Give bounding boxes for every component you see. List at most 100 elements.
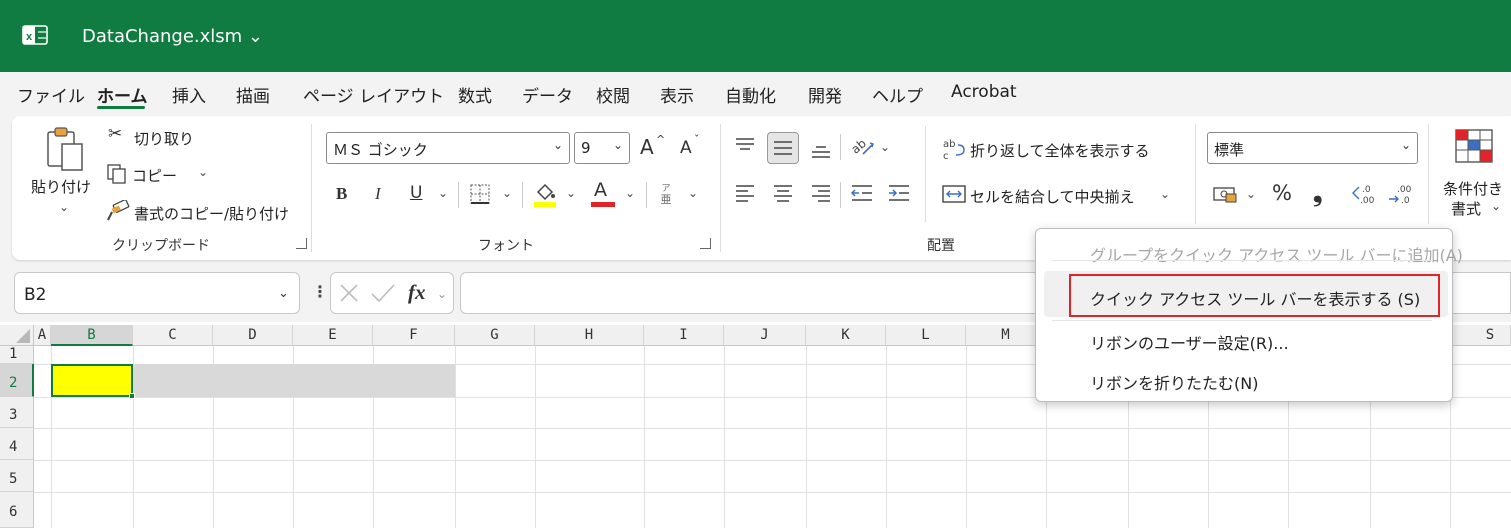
row-header[interactable]: 6 [0,492,34,528]
column-header-selected[interactable]: B [51,325,133,346]
more-options-icon[interactable]: ⋮ [312,282,328,301]
cut-button[interactable]: 切り取り [134,128,194,149]
conditional-dropdown-icon[interactable]: ⌄ [1491,199,1501,213]
underline-dropdown-icon[interactable]: ⌄ [438,186,448,200]
accounting-dropdown-icon[interactable]: ⌄ [1246,187,1256,201]
phonetic-dropdown-icon[interactable]: ⌄ [688,186,698,200]
comma-style-button[interactable]: ❟ [1313,181,1322,205]
filled-range-c2-f2[interactable] [133,364,455,397]
bottom-align-icon[interactable] [810,142,832,160]
wrap-text-icon[interactable]: abc [942,137,966,161]
menu-item-customize-ribbon[interactable]: リボンのユーザー設定(R)... [1090,330,1289,354]
font-color-dropdown-icon[interactable]: ⌄ [625,186,635,200]
tab-review[interactable]: 校閲 [596,82,630,107]
column-header[interactable]: J [724,325,806,346]
underline-button[interactable]: U [410,185,422,202]
tab-view[interactable]: 表示 [660,82,694,107]
conditional-formatting-label-2[interactable]: 書式 [1451,198,1481,219]
chevron-down-icon[interactable]: ⌄ [437,287,447,301]
copy-dropdown-icon[interactable]: ⌄ [198,165,208,179]
column-header[interactable]: D [213,325,293,346]
increase-font-size-icon[interactable]: A [640,137,654,157]
row-header[interactable]: 4 [0,428,34,460]
row-header[interactable]: 5 [0,460,34,492]
fill-color-dropdown-icon[interactable]: ⌄ [566,186,576,200]
column-header[interactable]: L [886,325,966,346]
column-header[interactable]: I [644,325,724,346]
row-header-selected[interactable]: 2 [0,364,34,397]
font-name-select[interactable]: ＭＳ ゴシック ⌄ [326,132,570,164]
chevron-down-icon[interactable]: ⌄ [278,286,289,301]
fill-handle[interactable] [129,393,135,399]
borders-icon[interactable] [470,184,490,204]
paste-dropdown-icon[interactable]: ⌄ [59,200,69,214]
tab-help[interactable]: ヘルプ [872,82,923,107]
tab-insert[interactable]: 挿入 [172,82,206,107]
tab-acrobat[interactable]: Acrobat [951,82,1017,102]
column-header[interactable]: F [373,325,455,346]
active-cell-b2[interactable] [51,364,133,397]
accounting-format-icon[interactable] [1212,184,1238,204]
fill-color-icon[interactable] [532,180,558,208]
tab-formulas[interactable]: 数式 [458,82,492,107]
tab-home[interactable]: ホーム [97,82,148,107]
top-align-icon[interactable] [734,137,756,155]
column-header[interactable]: K [806,325,886,346]
row-header[interactable]: 3 [0,397,34,428]
wrap-text-button[interactable]: 折り返して全体を表示する [970,140,1150,161]
middle-align-button[interactable] [767,132,799,164]
increase-indent-icon[interactable] [887,184,911,202]
column-header[interactable]: A [34,325,51,346]
tab-page-layout[interactable]: ページ レイアウト [303,82,444,107]
paste-label[interactable]: 貼り付け [31,176,91,197]
copy-icon[interactable] [106,163,128,185]
tab-automate[interactable]: 自動化 [725,82,776,107]
select-all-button[interactable] [0,325,34,346]
excel-logo-icon[interactable]: x [22,22,48,48]
number-format-select[interactable]: 標準 ⌄ [1207,132,1418,164]
decrease-font-size-icon[interactable]: A [680,140,692,157]
merge-dropdown-icon[interactable]: ⌄ [1160,187,1170,201]
file-title[interactable]: DataChange.xlsm ⌄ [82,26,263,47]
enter-check-icon[interactable] [370,283,396,303]
decrease-indent-icon[interactable] [850,184,874,202]
increase-decimal-icon[interactable]: .0.00 [1350,182,1378,206]
borders-dropdown-icon[interactable]: ⌄ [502,186,512,200]
copy-button[interactable]: コピー [132,165,177,186]
font-color-icon[interactable]: A [594,181,607,200]
column-header[interactable]: H [535,325,644,346]
column-header[interactable]: G [455,325,535,346]
tab-data[interactable]: データ [522,82,573,107]
column-header[interactable]: E [293,325,373,346]
decrease-decimal-icon[interactable]: .00.0 [1387,182,1415,206]
tab-file[interactable]: ファイル [17,82,85,107]
align-right-icon[interactable] [810,184,832,202]
column-header[interactable]: S [1450,325,1511,346]
menu-item-collapse-ribbon[interactable]: リボンを折りたたむ(N) [1090,370,1258,394]
format-painter-button[interactable]: 書式のコピー/貼り付け [134,203,289,224]
orientation-icon[interactable]: ab [849,134,875,158]
merge-center-icon[interactable] [942,184,966,204]
conditional-formatting-icon[interactable] [1454,128,1494,164]
bold-button[interactable]: B [336,185,347,202]
font-size-select[interactable]: 9 ⌄ [574,132,630,164]
format-painter-icon[interactable] [106,200,130,222]
align-center-icon[interactable] [772,184,794,202]
italic-button[interactable]: I [375,185,381,202]
cancel-icon[interactable] [338,283,360,303]
column-header[interactable]: C [133,325,213,346]
percent-button[interactable]: % [1272,183,1292,204]
conditional-formatting-label-1[interactable]: 条件付き [1443,178,1503,199]
scissors-icon[interactable]: ✂ [108,126,122,143]
align-left-icon[interactable] [734,184,756,202]
tab-developer[interactable]: 開発 [808,82,842,107]
font-launcher-icon[interactable] [700,238,711,249]
orientation-dropdown-icon[interactable]: ⌄ [880,140,890,154]
merge-center-button[interactable]: セルを結合して中央揃え [970,186,1135,207]
insert-function-icon[interactable]: fx [408,280,426,305]
tab-draw[interactable]: 描画 [236,82,270,107]
paste-icon[interactable] [44,126,88,172]
name-box[interactable] [14,272,300,314]
row-header[interactable]: 1 [0,346,34,364]
clipboard-launcher-icon[interactable] [296,238,307,249]
